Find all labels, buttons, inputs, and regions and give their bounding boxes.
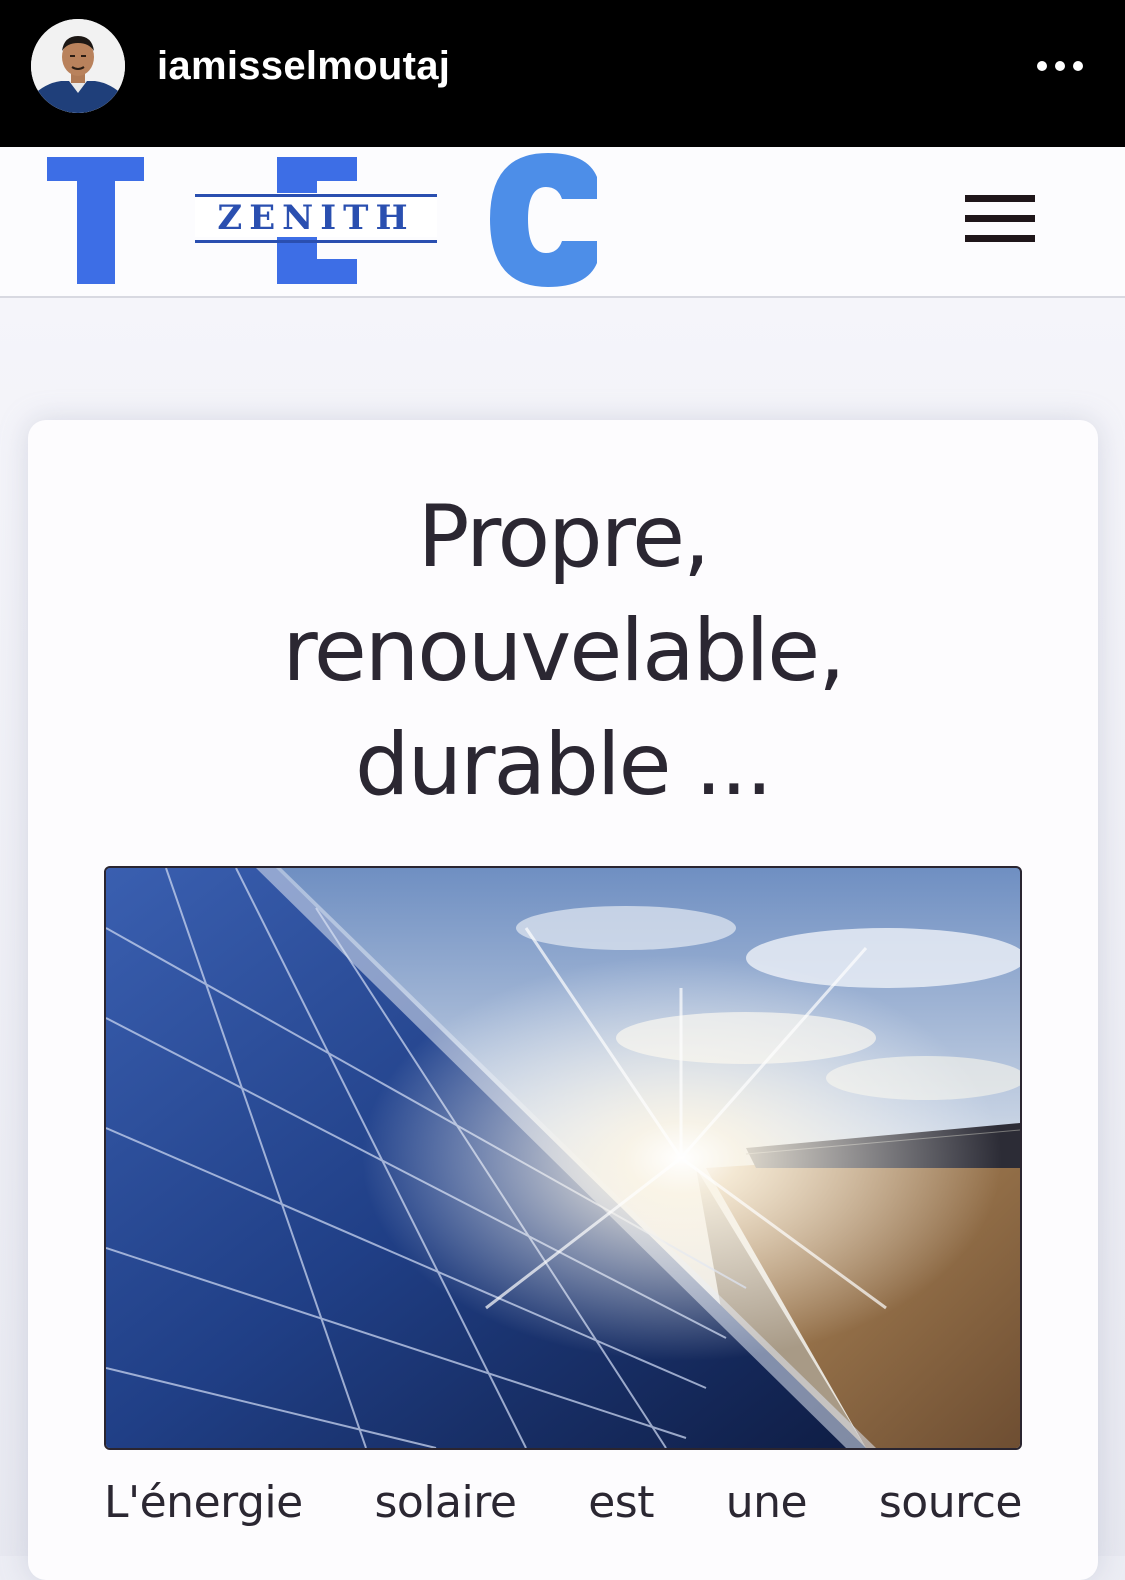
body-word: L'énergie bbox=[104, 1477, 303, 1528]
hero-body-text: L'énergie solaire est une source bbox=[104, 1472, 1022, 1534]
solar-panels-photo bbox=[104, 866, 1022, 1450]
headline-line: durable ... bbox=[355, 715, 773, 815]
hero-headline: Propre, renouvelable, durable ... bbox=[28, 480, 1098, 822]
body-word: source bbox=[878, 1477, 1023, 1528]
username[interactable]: iamisselmoutaj bbox=[157, 40, 450, 92]
site-header: ZENITH bbox=[0, 147, 1125, 298]
svg-text:ZENITH: ZENITH bbox=[217, 198, 414, 238]
more-dots-icon[interactable] bbox=[1030, 48, 1090, 84]
post-header: iamisselmoutaj bbox=[0, 0, 1125, 147]
profile-photo-icon bbox=[31, 19, 125, 113]
body-word: solaire bbox=[374, 1477, 517, 1528]
headline-line: renouvelable, bbox=[282, 601, 845, 701]
headline-line: Propre, bbox=[417, 487, 711, 587]
body-word: une bbox=[725, 1477, 808, 1528]
avatar[interactable] bbox=[31, 19, 125, 113]
hamburger-menu-icon[interactable] bbox=[960, 190, 1040, 248]
tec-zenith-logo[interactable]: ZENITH bbox=[40, 147, 610, 296]
body-word: est bbox=[588, 1477, 654, 1528]
hero-card: Propre, renouvelable, durable ... L'éner… bbox=[28, 420, 1098, 1580]
